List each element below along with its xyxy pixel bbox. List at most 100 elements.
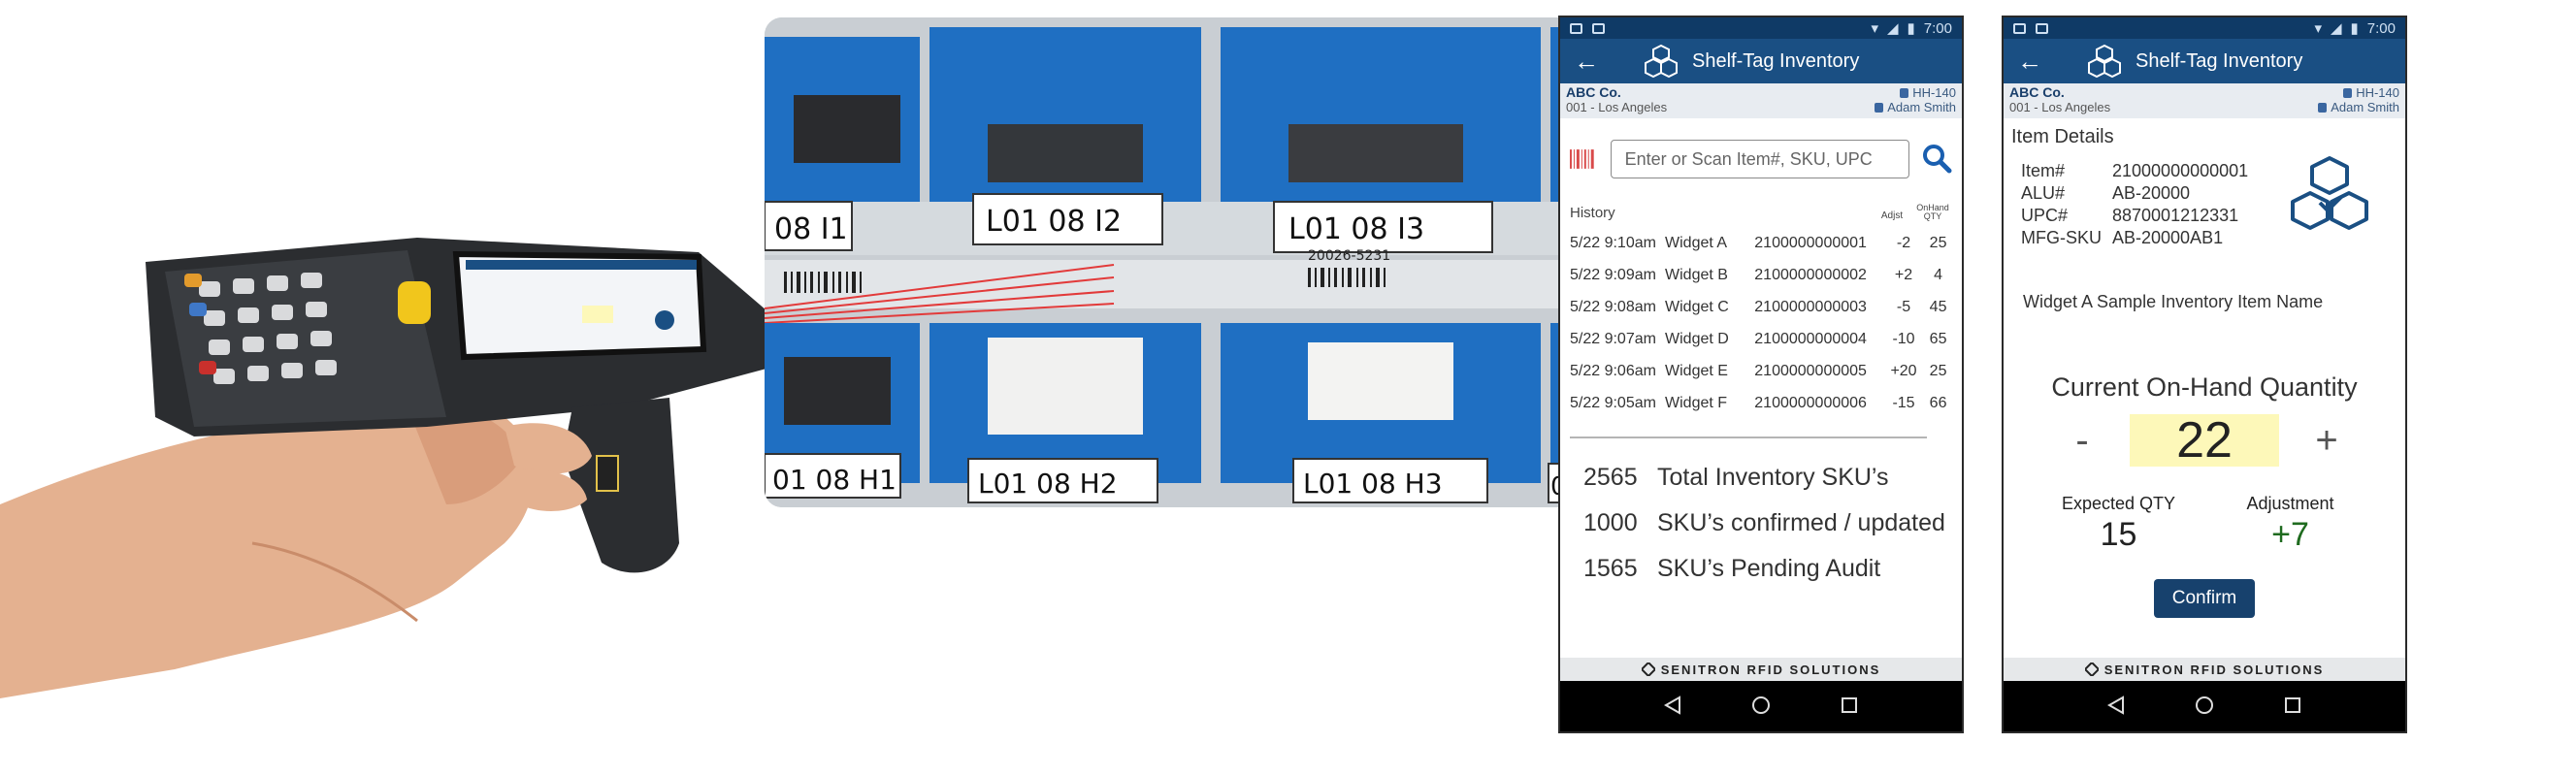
notification-icons	[1570, 22, 1605, 34]
summary-row: 2565 Total Inventory SKU’s	[1560, 464, 1962, 509]
nav-recents-button[interactable]	[2278, 692, 2307, 721]
status-bar: ▾ ◢ ▮ 7:00	[1560, 17, 1962, 39]
nav-recents-icon	[2285, 696, 2301, 713]
device-icon	[2343, 88, 2353, 98]
mfg-sku-label: MFG-SKU	[2021, 228, 2102, 247]
history-header: History Adjst OnHand QTY	[1560, 186, 1962, 227]
summary-row: 1565 SKU’s Pending Audit	[1560, 555, 1962, 600]
back-arrow-icon[interactable]: ←	[2017, 47, 2060, 77]
history-row[interactable]: 5/22 9:09am Widget B 2100000000002 +2 4	[1560, 259, 1962, 291]
footer-brand: SENITRON RFID SOLUTIONS	[2004, 658, 2405, 681]
android-nav-bar	[2004, 681, 2405, 731]
history-adjust: -2	[1896, 234, 1911, 251]
mail-icon	[2036, 22, 2048, 34]
app-title: Shelf-Tag Inventory	[2136, 49, 2303, 72]
expected-adjustment-row: Expected QTY 15 Adjustment +7	[2004, 469, 2405, 554]
handheld-scanner-photo	[0, 0, 766, 776]
signal-icon: ◢	[2330, 20, 2342, 37]
brand-text: SENITRON RFID SOLUTIONS	[1660, 662, 1881, 677]
history-adjust: -15	[1892, 394, 1915, 411]
nav-recents-button[interactable]	[1835, 692, 1864, 721]
upc-label: UPC#	[2021, 206, 2069, 225]
nav-home-icon	[1751, 695, 1770, 714]
nav-home-icon	[2195, 695, 2213, 714]
alu-label: ALU#	[2021, 183, 2066, 203]
senitron-logo-icon	[1641, 663, 1655, 676]
history-row[interactable]: 5/22 9:07am Widget D 2100000000004 -10 6…	[1560, 323, 1962, 355]
store-location: 001 - Los Angeles	[2009, 100, 2111, 114]
company-name: ABC Co.	[2009, 84, 2065, 100]
adjustment-label: Adjustment	[2246, 494, 2334, 513]
item-details-title: Item Details	[2011, 126, 2114, 147]
expected-qty-value: 15	[2100, 516, 2137, 553]
nav-back-icon	[1663, 695, 1680, 715]
status-time: 7:00	[1923, 19, 1952, 37]
android-nav-bar	[1560, 681, 1962, 731]
history-time: 5/22 9:07am	[1570, 330, 1656, 347]
status-bar: ▾ ◢ ▮ 7:00	[2004, 17, 2405, 39]
history-row[interactable]: 5/22 9:08am Widget C 2100000000003 -5 45	[1560, 291, 1962, 323]
senitron-logo-icon	[2084, 663, 2099, 676]
upc-value: 8870001212331	[2112, 206, 2239, 225]
nav-back-button[interactable]	[1658, 692, 1687, 721]
search-row	[1560, 118, 1962, 186]
nav-home-button[interactable]	[2190, 692, 2219, 721]
history-qty: 65	[1929, 330, 1947, 347]
nav-back-icon	[2106, 695, 2124, 715]
history-row[interactable]: 5/22 9:05am Widget F 2100000000006 -15 6…	[1560, 387, 1962, 419]
history-row[interactable]: 5/22 9:06am Widget E 2100000000005 +20 2…	[1560, 355, 1962, 387]
device-id: HH-140	[2356, 85, 2399, 100]
history-qty: 4	[1934, 266, 1943, 283]
company-name: ABC Co.	[1566, 84, 1621, 100]
history-qty: 45	[1929, 298, 1947, 315]
device-icon	[1900, 88, 1909, 98]
mfg-sku-value: AB-20000AB1	[2112, 228, 2224, 247]
boxes-checkmark-icon	[2291, 156, 2369, 230]
history-item-name: Widget D	[1665, 330, 1729, 347]
signal-icon: ◢	[1886, 20, 1899, 37]
nav-home-button[interactable]	[1746, 692, 1776, 721]
confirm-button[interactable]: Confirm	[2154, 579, 2255, 618]
wifi-icon: ▾	[1871, 20, 1878, 37]
shelf-tag-top-2: L01 08 I2	[986, 205, 1122, 239]
history-time: 5/22 9:08am	[1570, 298, 1656, 315]
item-name: Widget A Sample Inventory Item Name	[2023, 292, 2324, 311]
summary-count: 2565	[1583, 464, 1638, 491]
back-arrow-icon[interactable]: ←	[1574, 47, 1616, 77]
quantity-stepper: - 22 +	[2004, 412, 2405, 469]
nav-back-button[interactable]	[2102, 692, 2131, 721]
history-row[interactable]: 5/22 9:10am Widget A 2100000000001 -2 25	[1560, 227, 1962, 259]
alu-value: AB-20000	[2112, 183, 2191, 203]
search-icon	[1923, 144, 1952, 173]
history-time: 5/22 9:06am	[1570, 362, 1656, 379]
column-onhand-line2: QTY	[1923, 211, 1942, 221]
history-qty: 25	[1929, 362, 1947, 379]
adjustment-value: +7	[2271, 516, 2309, 553]
shelf-tag-bottom-2: L01 08 H2	[978, 468, 1118, 500]
history-item-number: 2100000000006	[1754, 394, 1867, 411]
device-id: HH-140	[1912, 85, 1956, 100]
user-name: Adam Smith	[2331, 100, 2399, 114]
history-adjust: -5	[1896, 298, 1911, 315]
boxes-logo-icon	[2088, 44, 2121, 79]
warehouse-shelf-photo: 08 I1 L01 08 I2 L01 08 I3 20026-5231 01 …	[765, 17, 1580, 507]
user-name: Adam Smith	[1887, 100, 1956, 114]
barcode-scan-icon[interactable]	[1568, 146, 1597, 172]
increment-button[interactable]: +	[2293, 419, 2361, 463]
summary-count: 1565	[1583, 555, 1638, 582]
mail-icon	[1592, 22, 1605, 34]
search-button[interactable]	[1919, 142, 1954, 177]
search-input[interactable]	[1610, 140, 1910, 178]
battery-icon: ▮	[1907, 20, 1915, 37]
wifi-icon: ▾	[2314, 20, 2322, 37]
history-item-number: 2100000000003	[1754, 298, 1867, 315]
shelf-tag-bottom-3: L01 08 H3	[1303, 468, 1443, 500]
app-header: ← Shelf-Tag Inventory	[1560, 39, 1962, 83]
history-item-number: 2100000000002	[1754, 266, 1867, 283]
app-title: Shelf-Tag Inventory	[1692, 49, 1860, 72]
user-icon	[2318, 103, 2328, 113]
inventory-summary: 2565 Total Inventory SKU’s 1000 SKU’s co…	[1560, 464, 1962, 600]
account-info-bar: ABC Co. 001 - Los Angeles HH-140 Adam Sm…	[2004, 83, 2405, 118]
quantity-value[interactable]: 22	[2130, 414, 2279, 467]
decrement-button[interactable]: -	[2048, 419, 2116, 463]
